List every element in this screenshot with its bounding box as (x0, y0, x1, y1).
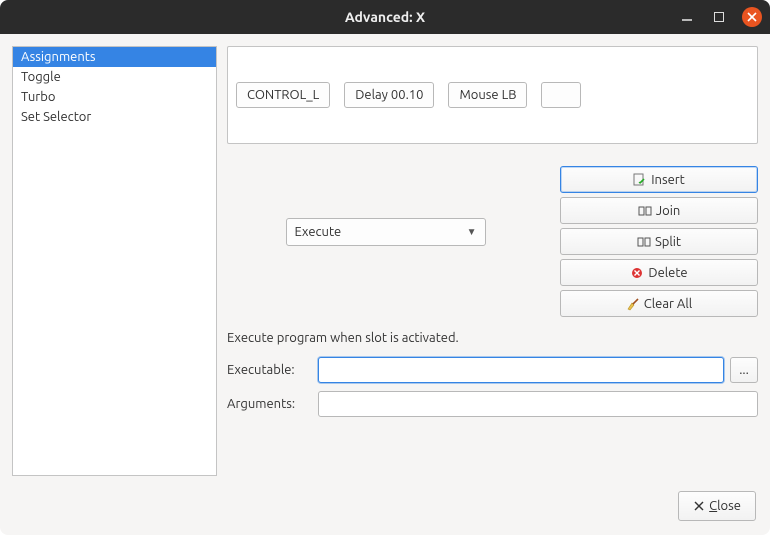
join-icon (638, 204, 652, 218)
executable-label: Executable: (227, 363, 312, 377)
slot-chip[interactable]: Mouse LB (448, 82, 527, 108)
chevron-down-icon: ▼ (467, 226, 477, 238)
insert-button[interactable]: Insert (560, 166, 758, 193)
close-label: Close (709, 499, 741, 513)
slot-chip[interactable]: CONTROL_L (236, 82, 330, 108)
slot-sequence-box: CONTROL_L Delay 00.10 Mouse LB (227, 46, 758, 144)
close-window-button[interactable] (742, 7, 762, 27)
maximize-button[interactable] (710, 8, 728, 26)
broom-icon (626, 297, 640, 311)
delete-icon (630, 266, 644, 280)
action-type-selected: Execute (295, 225, 342, 239)
sidebar-item-set-selector[interactable]: Set Selector (13, 107, 216, 127)
sidebar-item-turbo[interactable]: Turbo (13, 87, 216, 107)
slot-chip[interactable] (541, 82, 581, 108)
slot-chip[interactable]: Delay 00.10 (344, 82, 434, 108)
clear-all-button[interactable]: Clear All (560, 290, 758, 317)
insert-label: Insert (651, 173, 685, 187)
window-controls (678, 0, 762, 34)
delete-button[interactable]: Delete (560, 259, 758, 286)
insert-icon (633, 173, 647, 187)
join-label: Join (656, 204, 681, 218)
sidebar: Assignments Toggle Turbo Set Selector (12, 46, 217, 476)
main-panel: CONTROL_L Delay 00.10 Mouse LB Execute ▼ (227, 46, 758, 476)
delete-label: Delete (648, 266, 687, 280)
titlebar: Advanced: X (0, 0, 770, 34)
arguments-input[interactable] (318, 391, 758, 417)
client-area: Assignments Toggle Turbo Set Selector CO… (0, 34, 770, 535)
join-button[interactable]: Join (560, 197, 758, 224)
close-icon (693, 500, 705, 512)
executable-input[interactable] (318, 357, 724, 383)
browse-executable-button[interactable]: ... (730, 357, 758, 383)
sidebar-item-assignments[interactable]: Assignments (13, 47, 216, 67)
split-button[interactable]: Split (560, 228, 758, 255)
sidebar-item-toggle[interactable]: Toggle (13, 67, 216, 87)
execute-form: Executable: ... Arguments: (227, 357, 758, 417)
split-label: Split (655, 235, 681, 249)
clear-all-label: Clear All (644, 297, 692, 311)
window-title: Advanced: X (0, 9, 770, 25)
split-icon (637, 235, 651, 249)
action-type-dropdown[interactable]: Execute ▼ (286, 218, 486, 246)
action-description: Execute program when slot is activated. (227, 331, 758, 345)
arguments-label: Arguments: (227, 397, 312, 411)
minimize-button[interactable] (678, 8, 696, 26)
close-button[interactable]: Close (678, 491, 756, 521)
dialog-footer: Close (678, 491, 756, 521)
window: Advanced: X Assignments Toggle Turbo Set… (0, 0, 770, 535)
